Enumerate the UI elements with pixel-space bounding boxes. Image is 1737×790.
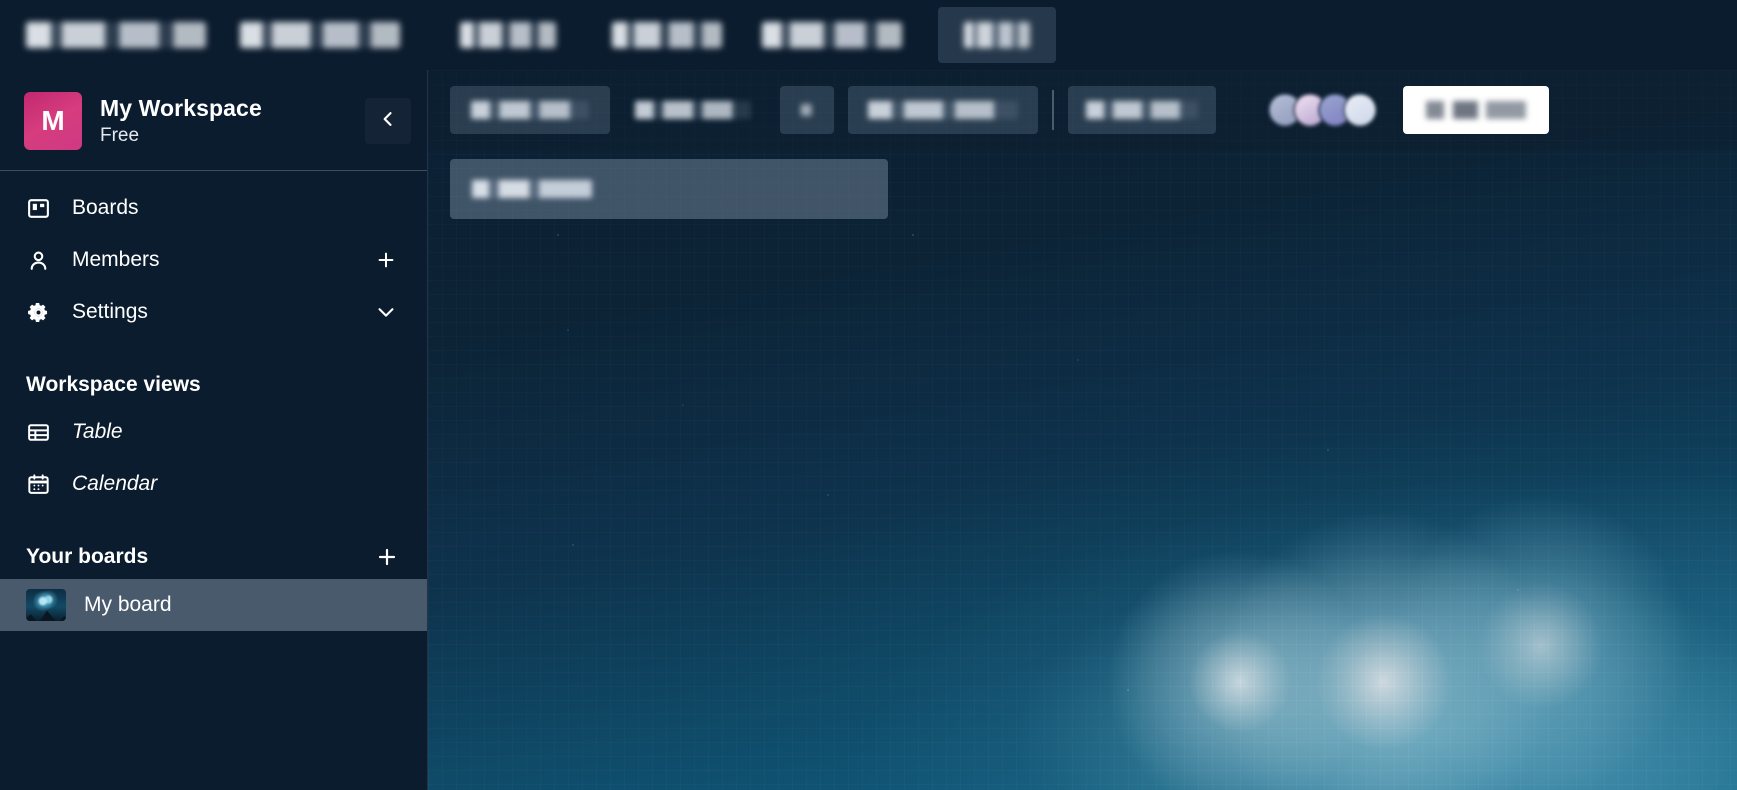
board-filter-text bbox=[1086, 101, 1198, 119]
board-extra-text bbox=[868, 101, 1018, 119]
workspace-views-section-header: Workspace views bbox=[0, 363, 427, 407]
sidebar-board-my-board-label: My board bbox=[84, 593, 172, 616]
workspace-views-title: Workspace views bbox=[26, 373, 201, 396]
sidebar-collapse-button[interactable] bbox=[365, 98, 411, 144]
board-star-chip[interactable] bbox=[780, 86, 834, 134]
board-thumbnail bbox=[26, 589, 66, 621]
person-icon bbox=[26, 248, 56, 273]
sidebar-item-table[interactable]: Table bbox=[14, 409, 413, 455]
board-dropdown-panel-text bbox=[472, 180, 592, 198]
share-button[interactable] bbox=[1403, 86, 1549, 134]
gear-icon bbox=[26, 300, 56, 325]
sidebar-item-settings-label: Settings bbox=[72, 300, 148, 323]
topnav-item-1[interactable] bbox=[26, 22, 206, 48]
sidebar-item-table-label: Table bbox=[72, 420, 123, 443]
board-title-chip[interactable] bbox=[450, 86, 610, 134]
sidebar-item-calendar[interactable]: Calendar bbox=[14, 461, 413, 507]
add-board-button[interactable] bbox=[373, 545, 401, 569]
sidebar-item-members[interactable]: Members bbox=[14, 237, 413, 283]
workspace-avatar: M bbox=[24, 92, 82, 150]
header-divider bbox=[1052, 90, 1054, 130]
topnav-active-tab-label bbox=[964, 22, 1030, 48]
workspace-sidebar: M My Workspace Free Boards Members Setti… bbox=[0, 70, 428, 790]
board-members-avatars[interactable] bbox=[1268, 93, 1377, 127]
topnav-item-5[interactable] bbox=[762, 22, 902, 48]
topnav-item-4[interactable] bbox=[612, 22, 722, 48]
table-icon bbox=[26, 420, 56, 445]
board-dropdown-panel[interactable] bbox=[450, 159, 888, 219]
board-title-text bbox=[471, 101, 589, 119]
chevron-left-icon bbox=[378, 109, 398, 134]
board-filter-chip[interactable] bbox=[1068, 86, 1216, 134]
board-visibility-chip[interactable] bbox=[620, 86, 766, 134]
workspace-text-block: My Workspace Free bbox=[100, 95, 365, 146]
sidebar-item-boards[interactable]: Boards bbox=[14, 185, 413, 231]
workspace-views-list: Table Calendar bbox=[0, 407, 427, 517]
avatar[interactable] bbox=[1343, 93, 1377, 127]
board-visibility-text bbox=[635, 101, 751, 119]
add-member-button[interactable] bbox=[371, 249, 401, 271]
board-header-toolbar bbox=[428, 70, 1737, 150]
workspace-header: M My Workspace Free bbox=[0, 70, 427, 171]
topnav-item-2[interactable] bbox=[240, 22, 400, 48]
topnav-item-3[interactable] bbox=[460, 22, 556, 48]
your-boards-section-header: Your boards bbox=[0, 535, 427, 579]
top-navigation-bar bbox=[0, 0, 1737, 70]
board-star-icon bbox=[801, 104, 813, 116]
your-boards-title: Your boards bbox=[26, 545, 149, 568]
sidebar-board-my-board[interactable]: My board bbox=[0, 579, 427, 631]
sidebar-nav-list: Boards Members Settings bbox=[0, 171, 427, 345]
sidebar-item-settings[interactable]: Settings bbox=[14, 289, 413, 335]
calendar-icon bbox=[26, 472, 56, 497]
sidebar-item-members-label: Members bbox=[72, 248, 160, 271]
topnav-active-tab[interactable] bbox=[938, 7, 1056, 63]
board-extra-chip[interactable] bbox=[848, 86, 1038, 134]
app-root: M My Workspace Free Boards Members Setti… bbox=[0, 0, 1737, 790]
sidebar-item-boards-label: Boards bbox=[72, 196, 139, 219]
share-button-label bbox=[1426, 101, 1526, 119]
settings-expand-button[interactable] bbox=[371, 301, 401, 323]
workspace-plan: Free bbox=[100, 124, 140, 146]
board-icon bbox=[26, 196, 56, 221]
workspace-name: My Workspace bbox=[100, 95, 262, 122]
sidebar-item-calendar-label: Calendar bbox=[72, 472, 158, 495]
